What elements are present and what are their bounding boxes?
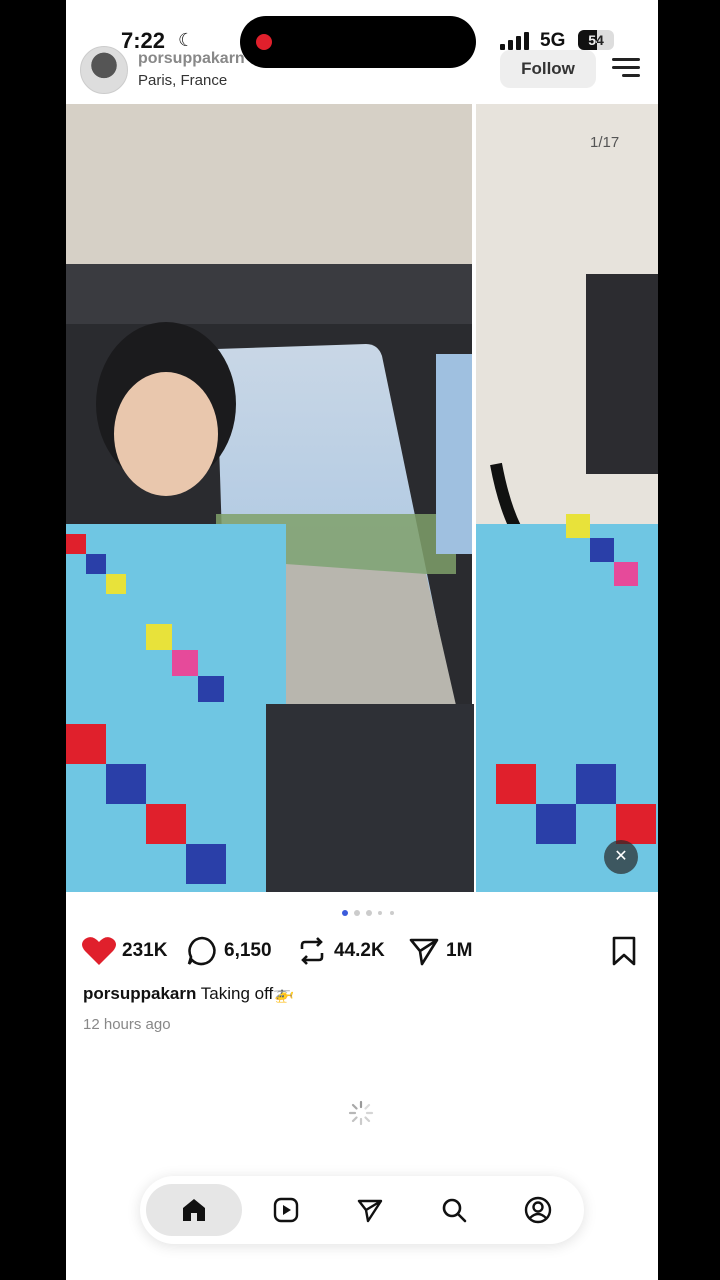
carousel-dot: [366, 910, 372, 916]
post-timestamp: 12 hours ago: [83, 1016, 171, 1033]
tab-home[interactable]: [146, 1184, 242, 1236]
post-location[interactable]: Paris, France: [138, 72, 227, 89]
bookmark-icon: [612, 936, 636, 966]
heart-icon: [82, 937, 116, 965]
send-icon: [357, 1199, 383, 1223]
shares-count: 1M: [446, 940, 473, 961]
tab-profile[interactable]: [512, 1184, 564, 1236]
carousel-dot: [354, 910, 360, 916]
battery-icon: 54: [578, 30, 614, 50]
carousel-counter: 1/17: [590, 134, 620, 151]
network-type: 5G: [540, 30, 566, 51]
repost-icon: [300, 937, 324, 965]
reposts-count: 44.2K: [334, 940, 385, 961]
signal-icon: [500, 32, 530, 50]
recording-indicator-icon: [256, 34, 272, 50]
tab-reels[interactable]: [260, 1184, 312, 1236]
likes-count: 231K: [122, 940, 168, 961]
search-icon: [442, 1198, 467, 1223]
comment-button[interactable]: 6,150: [186, 928, 272, 974]
comment-icon: [187, 936, 216, 966]
home-icon: [183, 1199, 205, 1221]
battery-level: 54: [588, 32, 604, 48]
repost-button[interactable]: 44.2K: [296, 928, 385, 974]
comments-count: 6,150: [224, 940, 272, 961]
bookmark-button[interactable]: [610, 928, 638, 974]
dynamic-island: [240, 16, 476, 68]
carousel-dot: [378, 911, 382, 915]
helicopter-cockpit-photo: [66, 104, 658, 892]
carousel-dot: [342, 910, 348, 916]
speaker-muted-icon[interactable]: ✕: [604, 840, 638, 874]
reels-icon: [273, 1197, 299, 1223]
post-username[interactable]: porsuppakarn: [138, 50, 248, 68]
send-icon: [409, 938, 439, 966]
tab-messages[interactable]: [344, 1184, 396, 1236]
post-actions: 231K 6,150 44.2K 1M: [66, 928, 658, 974]
tab-search[interactable]: [428, 1184, 480, 1236]
caption-username[interactable]: porsuppakarn: [83, 984, 196, 1003]
profile-icon: [524, 1196, 552, 1224]
avatar[interactable]: [80, 46, 128, 94]
loading-spinner-icon: [348, 1100, 374, 1126]
like-button[interactable]: 231K: [82, 928, 167, 974]
post-photo-carousel[interactable]: 1/17 ✕: [66, 104, 658, 892]
bottom-tab-bar: [140, 1176, 584, 1244]
moon-icon: ☾: [178, 30, 195, 50]
post-caption: porsuppakarn Taking off🚁: [83, 984, 294, 1004]
caption-text: Taking off🚁: [200, 984, 295, 1003]
carousel-dot: [390, 911, 394, 915]
share-button[interactable]: 1M: [408, 928, 472, 974]
phone-screen: 7:22 ☾ 5G 54 porsuppakarn Paris, France …: [66, 0, 658, 1280]
follow-button[interactable]: Follow: [500, 50, 596, 88]
hamburger-icon[interactable]: [612, 58, 640, 78]
